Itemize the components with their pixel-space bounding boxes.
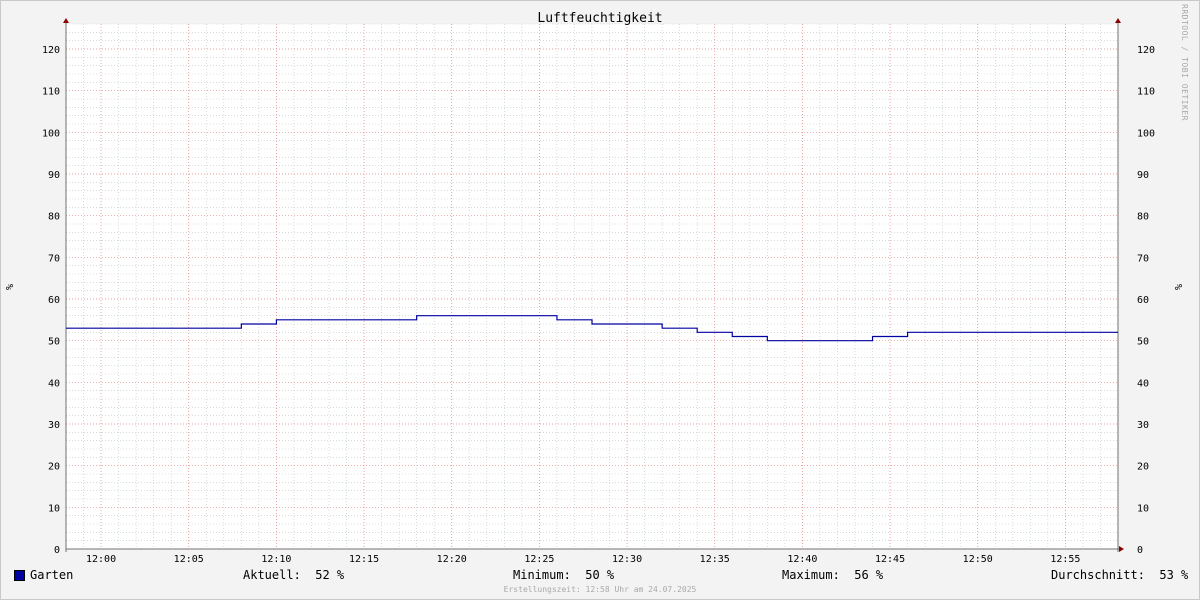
legend-minimum: Minimum: 50 % <box>513 568 615 582</box>
y-tick-label-left: 40 <box>48 378 60 389</box>
legend-series-name: Garten <box>30 568 74 582</box>
y-tick-label-right: 120 <box>1137 45 1155 56</box>
y-tick-label-left: 110 <box>42 87 60 98</box>
y-tick-label-left: 30 <box>48 420 60 431</box>
y-tick-label-left: 70 <box>48 253 60 264</box>
x-tick-label: 12:55 <box>1050 554 1080 565</box>
rrdtool-watermark: RRDTOOL / TOBI OETIKER <box>1180 4 1189 121</box>
creation-timestamp: Erstellungszeit: 12:58 Uhr am 24.07.2025 <box>503 585 697 594</box>
y-tick-label-right: 20 <box>1137 462 1149 473</box>
y-tick-label-right: 100 <box>1137 128 1155 139</box>
chart-canvas: 0 10 20 30 40 50 60 70 80 90 100 110 120 0 10 20 30 40 50… <box>5 18 1185 565</box>
x-tick-label: 12:45 <box>875 554 905 565</box>
y-tick-label-right: 60 <box>1137 295 1149 306</box>
y-tick-label-right: 110 <box>1137 87 1155 98</box>
x-axis-arrow <box>1119 546 1124 552</box>
y-tick-label-right: 90 <box>1137 170 1149 181</box>
y-tick-label-left: 120 <box>42 45 60 56</box>
x-tick-label: 12:35 <box>700 554 730 565</box>
y-tick-label-right: 40 <box>1137 378 1149 389</box>
x-tick-label: 12:50 <box>963 554 993 565</box>
y-tick-label-left: 20 <box>48 462 60 473</box>
y-tick-labels-right: 0 10 20 30 40 50 60 70 80 90 100 110 120 <box>1137 45 1155 556</box>
legend-average: Durchschnitt: 53 % <box>1051 568 1189 582</box>
y-tick-label-right: 30 <box>1137 420 1149 431</box>
y-tick-label-right: 10 <box>1137 503 1149 514</box>
chart-title: Luftfeuchtigkeit <box>537 11 663 26</box>
x-tick-labels: 12:00 12:05 12:10 12:15 12:20 12:25 12:30 12:35… <box>86 554 1080 565</box>
x-tick-label: 12:20 <box>437 554 467 565</box>
y-tick-labels-left: 0 10 20 30 40 50 60 70 80 90 100 110 120 <box>42 45 60 556</box>
x-tick-label: 12:25 <box>524 554 554 565</box>
legend-current: Aktuell: 52 % <box>243 568 345 582</box>
legend-maximum: Maximum: 56 % <box>782 568 884 582</box>
y-tick-label-right: 80 <box>1137 212 1149 223</box>
x-tick-label: 12:00 <box>86 554 116 565</box>
y-tick-label-left: 60 <box>48 295 60 306</box>
x-tick-label: 12:05 <box>174 554 204 565</box>
y-tick-label-left: 0 <box>54 545 60 556</box>
x-tick-label: 12:10 <box>261 554 291 565</box>
y-tick-label-left: 50 <box>48 337 60 348</box>
y-tick-label-left: 10 <box>48 503 60 514</box>
y-axis-label-right: % <box>1174 284 1185 290</box>
x-tick-label: 12:15 <box>349 554 379 565</box>
x-tick-label: 12:30 <box>612 554 642 565</box>
y-tick-label-left: 90 <box>48 170 60 181</box>
y-axis-label-left: % <box>5 284 16 290</box>
y-tick-label-right: 70 <box>1137 253 1149 264</box>
y-tick-label-left: 80 <box>48 212 60 223</box>
x-tick-label: 12:40 <box>787 554 817 565</box>
y-tick-label-left: 100 <box>42 128 60 139</box>
legend-swatch-garten <box>14 570 25 581</box>
y-tick-label-right: 0 <box>1137 545 1143 556</box>
y-tick-label-right: 50 <box>1137 337 1149 348</box>
